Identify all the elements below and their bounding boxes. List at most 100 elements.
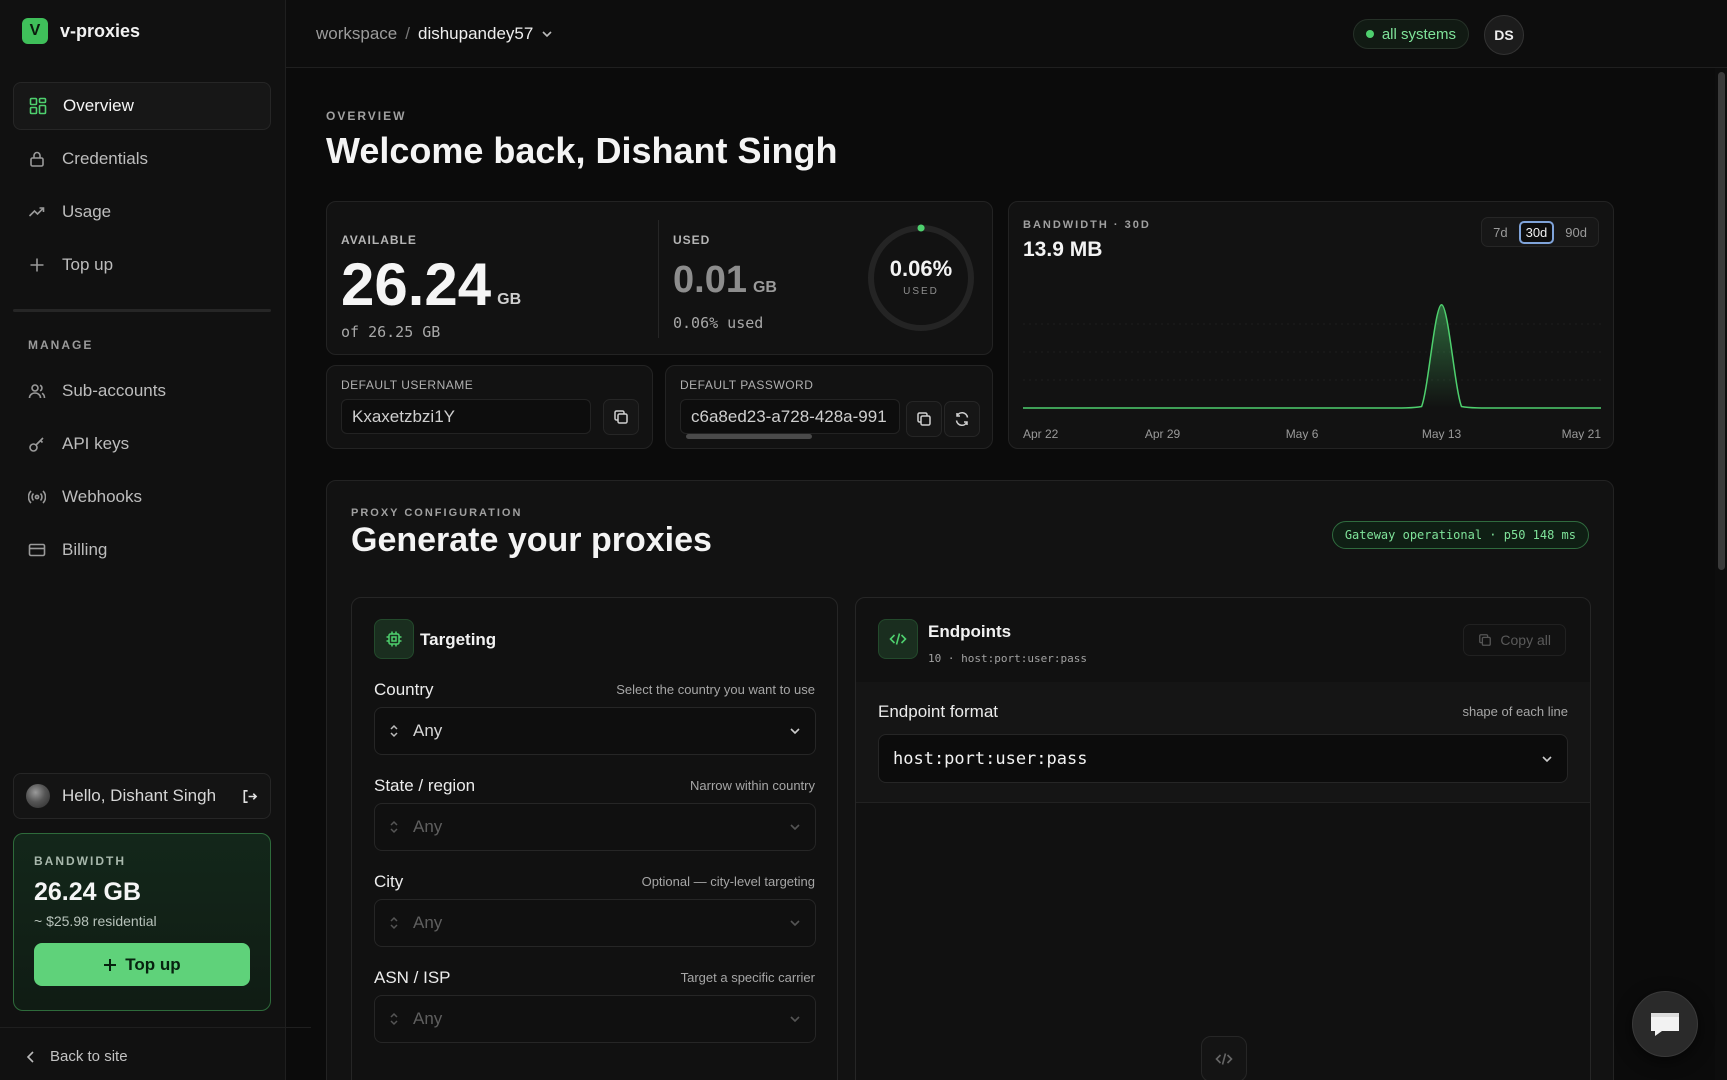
- country-select[interactable]: Any: [374, 707, 816, 755]
- password-field[interactable]: c6a8ed23-a728-428a-991: [680, 399, 900, 434]
- endpoint-format-section: Endpoint format shape of each line host:…: [856, 682, 1590, 803]
- top-up-button[interactable]: Top up: [34, 943, 250, 986]
- breadcrumb-current[interactable]: dishupandey57: [418, 24, 533, 44]
- user-menu[interactable]: Hello, Dishant Singh: [13, 773, 271, 819]
- brand[interactable]: V v-proxies: [22, 18, 140, 44]
- targeting-title: Targeting: [420, 630, 497, 649]
- sidebar-item-usage[interactable]: Usage: [13, 188, 271, 236]
- sidebar-item-label: API keys: [62, 434, 130, 453]
- chevron-down-icon: [790, 824, 800, 831]
- chevron-down-icon: [1542, 755, 1552, 762]
- used-unit: GB: [752, 279, 777, 296]
- copy-icon: [917, 412, 931, 426]
- asn-value: Any: [413, 1009, 443, 1028]
- state-value: Any: [413, 817, 443, 836]
- chat-button[interactable]: [1632, 991, 1698, 1057]
- chart-eyebrow: BANDWIDTH · 30D: [1023, 219, 1151, 231]
- sidebar-item-top-up[interactable]: Top up: [13, 241, 271, 289]
- users-icon: [28, 384, 46, 399]
- range-30d[interactable]: 30d: [1518, 220, 1555, 244]
- x-tick-label: Apr 29: [1145, 427, 1181, 440]
- sidebar-item-label: Billing: [62, 540, 108, 559]
- range-7d[interactable]: 7d: [1486, 221, 1514, 244]
- asn-hint: Target a specific carrier: [680, 970, 815, 985]
- chart-total: 13.9 MB: [1023, 238, 1103, 261]
- state-label: State / region: [374, 776, 476, 795]
- username-value: Kxaxetzbzi1Y: [352, 406, 455, 426]
- page-title: Welcome back, Dishant Singh: [326, 130, 838, 171]
- sidebar-item-credentials[interactable]: Credentials: [13, 135, 271, 183]
- sort-icon: [390, 1012, 398, 1026]
- sidebar-item-label: Webhooks: [62, 487, 143, 506]
- trend-icon: [28, 207, 45, 217]
- endpoint-format-select[interactable]: host:port:user:pass: [878, 734, 1568, 783]
- range-90d[interactable]: 90d: [1558, 221, 1594, 244]
- usage-gauge: 0.06% USED: [866, 223, 976, 333]
- refresh-icon: [955, 411, 969, 427]
- sidebar-item-label: Overview: [63, 96, 134, 115]
- sidebar: V v-proxies Overview Credentials Usage T…: [0, 0, 311, 1080]
- sidebar-item-label: Sub-accounts: [62, 381, 166, 400]
- x-tick-label: May 6: [1286, 427, 1319, 440]
- available-unit: GB: [497, 291, 522, 308]
- chevron-down-icon: [790, 920, 800, 927]
- scrollbar-thumb[interactable]: [1718, 72, 1725, 570]
- key-icon: [29, 437, 44, 452]
- sidebar-item-sub-accounts[interactable]: Sub-accounts: [13, 367, 271, 415]
- status-label: all systems: [1381, 25, 1456, 43]
- chat-icon: [1651, 1013, 1679, 1036]
- bandwidth-area: [1023, 304, 1601, 408]
- copy-username-button[interactable]: [603, 399, 639, 435]
- back-to-site-label: Back to site: [50, 1048, 128, 1065]
- bandwidth-cost: ~ $25.98 residential: [34, 913, 157, 929]
- breadcrumb-workspace[interactable]: workspace: [316, 24, 397, 44]
- sidebar-bandwidth-card: BANDWIDTH 26.24 GB ~ $25.98 residential …: [13, 833, 271, 1011]
- bandwidth-label: BANDWIDTH: [34, 854, 126, 868]
- sidebar-item-overview[interactable]: Overview: [13, 82, 271, 130]
- password-scrollbar[interactable]: [686, 434, 812, 439]
- bandwidth-chart: Apr 22 Apr 29 May 6 May 13 May 21: [1023, 303, 1601, 440]
- bandwidth-line: [1023, 303, 1601, 409]
- country-hint: Select the country you want to use: [616, 682, 815, 697]
- page-scrollbar[interactable]: [1715, 68, 1727, 1080]
- asn-select[interactable]: Any: [374, 995, 816, 1043]
- balance-card: AVAILABLE 26.24 GB of 26.25 GB USED 0.01…: [326, 201, 993, 355]
- lock-icon: [30, 151, 44, 167]
- username-field[interactable]: Kxaxetzbzi1Y: [341, 399, 591, 434]
- gateway-status-badge: Gateway operational · p50 148 ms: [1331, 521, 1589, 549]
- regenerate-password-button[interactable]: [944, 401, 980, 437]
- chevron-down-icon: [790, 1016, 800, 1023]
- user-avatar[interactable]: DS: [1484, 15, 1524, 55]
- chevron-down-icon[interactable]: [541, 30, 553, 38]
- range-selector: 7d 30d 90d: [1481, 217, 1599, 247]
- avatar: [26, 784, 50, 808]
- state-select[interactable]: Any: [374, 803, 816, 851]
- endpoints-panel: Endpoints 10 · host:port:user:pass Copy …: [855, 597, 1591, 1080]
- country-label: Country: [374, 680, 434, 699]
- plus-icon: [104, 958, 117, 971]
- sort-icon: [390, 820, 398, 834]
- chevron-down-icon: [790, 728, 800, 735]
- gauge-label: USED: [903, 286, 939, 297]
- city-select[interactable]: Any: [374, 899, 816, 947]
- code-icon: [878, 619, 918, 659]
- city-hint: Optional — city-level targeting: [641, 874, 815, 889]
- grid-icon: [29, 97, 47, 115]
- copy-all-button[interactable]: Copy all: [1463, 624, 1566, 656]
- available-stat: AVAILABLE 26.24 GB of 26.25 GB: [341, 233, 521, 341]
- city-label: City: [374, 872, 404, 891]
- sidebar-item-label: Top up: [62, 255, 114, 274]
- sidebar-item-webhooks[interactable]: Webhooks: [13, 473, 271, 521]
- breadcrumb-separator: /: [405, 24, 410, 43]
- username-label: DEFAULT USERNAME: [341, 378, 474, 392]
- used-label: USED: [673, 233, 711, 247]
- logout-icon[interactable]: [241, 788, 258, 805]
- sidebar-item-api-keys[interactable]: API keys: [13, 420, 271, 468]
- available-label: AVAILABLE: [341, 233, 417, 247]
- sidebar-item-billing[interactable]: Billing: [13, 526, 271, 574]
- gauge-value: 0.06%: [889, 256, 953, 281]
- back-to-site-link[interactable]: Back to site: [0, 1027, 311, 1065]
- manage-nav: Sub-accounts API keys Webhooks Billing: [13, 367, 271, 579]
- system-status-badge[interactable]: all systems: [1352, 19, 1469, 49]
- copy-password-button[interactable]: [906, 401, 942, 437]
